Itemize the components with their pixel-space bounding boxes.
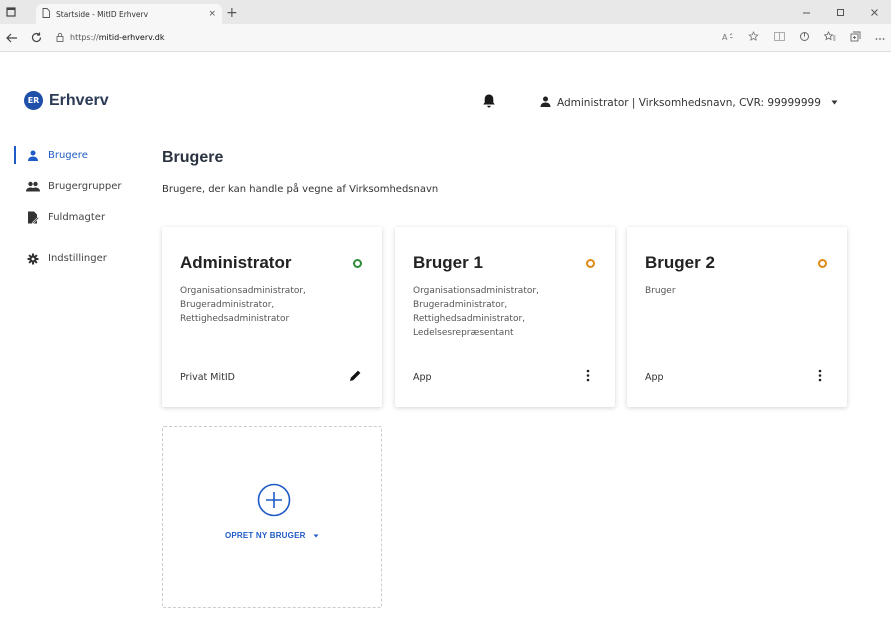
user-card-roles: Bruger: [645, 286, 676, 296]
user-card-name: Bruger 1: [413, 253, 483, 272]
user-card-footer: App: [645, 372, 664, 383]
url-host: mitid-erhverv.dk: [98, 33, 165, 42]
sidebar-item-label: Fuldmagter: [48, 212, 106, 223]
favorites-add-icon[interactable]: [748, 31, 760, 45]
user-card-roles: Organisationsadministrator, Brugeradmini…: [180, 286, 306, 324]
bell-icon[interactable]: [482, 93, 496, 109]
more-horizontal-icon[interactable]: [875, 33, 885, 44]
svg-text:A: A: [722, 33, 728, 42]
user-card-bruger-1[interactable]: Bruger 1 Organisationsadministrator, Bru…: [395, 227, 615, 407]
tab-actions-icon[interactable]: [0, 0, 22, 24]
user-card-footer: Privat MitID: [180, 372, 235, 383]
split-screen-icon[interactable]: [774, 32, 785, 44]
sidebar-item-fuldmagter[interactable]: Fuldmagter: [14, 207, 154, 228]
read-aloud-icon[interactable]: A: [722, 32, 734, 45]
create-user-label: OPRET NY BRUGER: [224, 531, 306, 540]
browser-tab-strip: Startside - MitID Erhverv × +: [0, 0, 891, 24]
app-page: ER Erhverv Administrator | Virksomhedsna…: [0, 53, 891, 617]
collections-icon[interactable]: [850, 31, 861, 45]
sidebar-item-label: Brugergrupper: [48, 181, 122, 192]
more-vertical-icon[interactable]: [579, 366, 597, 384]
user-card-name: Administrator: [180, 253, 292, 272]
user-icon: [540, 96, 551, 110]
page-title: Brugere: [162, 149, 224, 166]
user-menu-label: Administrator | Virksomhedsnavn, CVR: 99…: [557, 97, 821, 109]
gear-icon: [26, 252, 40, 266]
status-indicator: [353, 259, 362, 268]
sidebar: Brugere Brugergrupper Fuldmagter Indstil…: [14, 145, 154, 279]
close-window-icon[interactable]: [857, 0, 891, 24]
browser-toolbar: A: [722, 24, 885, 52]
tab-title: Startside - MitID Erhverv: [56, 9, 149, 19]
user-card-footer: App: [413, 372, 432, 383]
sidebar-item-brugere[interactable]: Brugere: [14, 145, 154, 166]
window-controls: [789, 0, 891, 24]
chevron-down-icon: [313, 531, 319, 540]
back-icon[interactable]: [0, 24, 24, 52]
tab-close-button[interactable]: ×: [208, 9, 216, 19]
group-icon: [26, 180, 40, 194]
create-user-button[interactable]: OPRET NY BRUGER: [163, 531, 381, 540]
page-subtitle: Brugere, der kan handle på vegne af Virk…: [162, 184, 439, 195]
sidebar-item-label: Indstillinger: [48, 253, 107, 264]
favorites-icon[interactable]: [823, 31, 836, 45]
minimize-icon[interactable]: [789, 0, 823, 24]
lock-icon: [56, 32, 64, 44]
chevron-down-icon: [831, 99, 838, 107]
page-icon: [42, 7, 50, 21]
pencil-icon[interactable]: [346, 366, 364, 384]
user-menu[interactable]: Administrator | Virksomhedsnavn, CVR: 99…: [540, 96, 838, 110]
more-vertical-icon[interactable]: [811, 366, 829, 384]
logo-text: Erhverv: [49, 91, 109, 109]
user-icon: [26, 149, 40, 163]
new-tab-button[interactable]: +: [226, 5, 238, 21]
maximize-icon[interactable]: [823, 0, 857, 24]
app-logo[interactable]: ER Erhverv: [24, 91, 109, 110]
sidebar-item-brugergrupper[interactable]: Brugergrupper: [14, 176, 154, 197]
create-user-card[interactable]: OPRET NY BRUGER: [162, 426, 382, 608]
user-card-administrator[interactable]: Administrator Organisationsadministrator…: [162, 227, 382, 407]
status-indicator: [818, 259, 827, 268]
logo-mark: ER: [24, 91, 43, 110]
sidebar-item-label: Brugere: [48, 150, 88, 161]
user-card-roles: Organisationsadministrator, Brugeradmini…: [413, 286, 539, 338]
user-card-name: Bruger 2: [645, 253, 715, 272]
url-prefix: https://: [70, 33, 99, 42]
extensions-icon[interactable]: [799, 31, 810, 45]
status-indicator: [586, 259, 595, 268]
refresh-icon[interactable]: [24, 24, 48, 52]
browser-tab[interactable]: Startside - MitID Erhverv ×: [36, 4, 222, 24]
user-card-bruger-2[interactable]: Bruger 2 Bruger App: [627, 227, 847, 407]
add-circle-icon[interactable]: [257, 483, 291, 517]
url-field[interactable]: https://mitid-erhverv.dk: [56, 32, 164, 44]
document-icon: [26, 211, 40, 225]
address-bar: https://mitid-erhverv.dk A: [0, 24, 891, 52]
sidebar-item-indstillinger[interactable]: Indstillinger: [14, 248, 154, 269]
